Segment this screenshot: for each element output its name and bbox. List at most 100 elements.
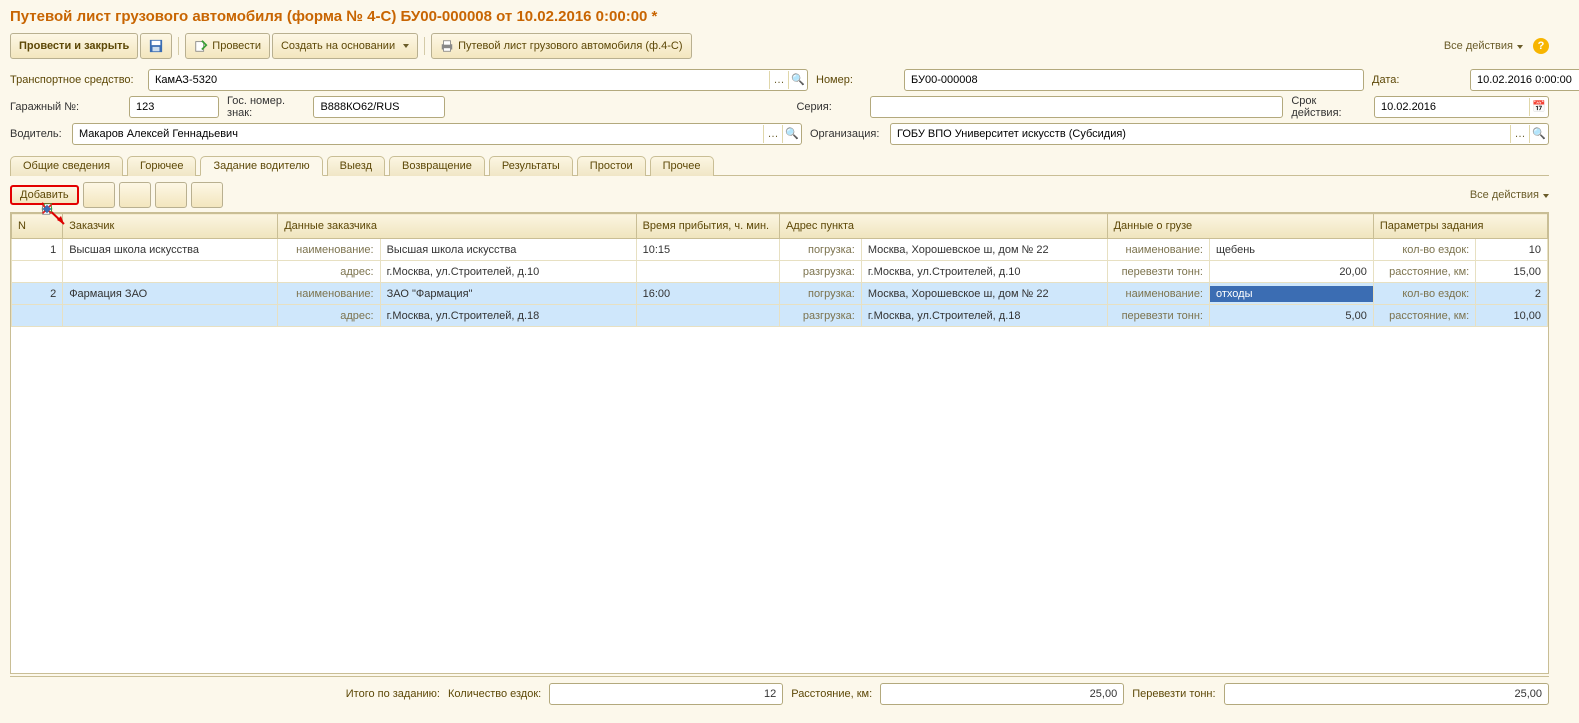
magnifier-icon[interactable]: 🔍 xyxy=(1529,125,1548,143)
page-title: Путевой лист грузового автомобиля (форма… xyxy=(10,8,1549,25)
col-params[interactable]: Параметры задания xyxy=(1373,214,1547,239)
cell-cargo-name-editing[interactable]: отходы xyxy=(1210,283,1374,305)
cell-arrival[interactable]: 16:00 xyxy=(636,283,779,305)
cell-customer-addr[interactable]: г.Москва, ул.Строителей, д.18 xyxy=(380,305,636,327)
sublabel-addr: адрес: xyxy=(278,305,380,327)
validity-field[interactable]: 📅 xyxy=(1374,96,1549,118)
all-actions-button[interactable]: Все действия xyxy=(1444,40,1523,52)
sublabel-unload: разгрузка: xyxy=(779,261,861,283)
series-field[interactable] xyxy=(870,96,1283,118)
sublabel-cargo-name: наименование: xyxy=(1107,239,1209,261)
print-waybill-label: Путевой лист грузового автомобиля (ф.4-С… xyxy=(458,40,682,52)
ellipsis-icon[interactable]: … xyxy=(1510,125,1529,143)
sublabel-tons: перевезти тонн: xyxy=(1107,305,1209,327)
post-button[interactable]: Провести xyxy=(185,33,270,59)
tabs: Общие сведения Горючее Задание водителю … xyxy=(10,155,1549,176)
series-input[interactable] xyxy=(871,101,1282,113)
col-arrival[interactable]: Время прибытия, ч. мин. xyxy=(636,214,779,239)
validity-label: Срок действия: xyxy=(1291,95,1366,119)
cell-customer-name[interactable]: Высшая школа искусства xyxy=(380,239,636,261)
post-and-close-button[interactable]: Провести и закрыть xyxy=(10,33,138,59)
vehicle-input[interactable] xyxy=(149,74,769,86)
tab-return[interactable]: Возвращение xyxy=(389,156,485,176)
delete-row-button[interactable] xyxy=(119,182,151,208)
tab-other[interactable]: Прочее xyxy=(650,156,714,176)
cell-customer-addr[interactable]: г.Москва, ул.Строителей, д.10 xyxy=(380,261,636,283)
cell-load[interactable]: Москва, Хорошевское ш, дом № 22 xyxy=(861,283,1107,305)
date-field[interactable]: 📅 xyxy=(1470,69,1579,91)
number-input[interactable] xyxy=(905,74,1363,86)
cell-cargo-name[interactable]: щебень xyxy=(1210,239,1374,261)
table-row[interactable]: 1 Высшая школа искусства наименование: В… xyxy=(12,239,1548,261)
col-address[interactable]: Адрес пункта xyxy=(779,214,1107,239)
cell-tons[interactable]: 5,00 xyxy=(1210,305,1374,327)
tab-results[interactable]: Результаты xyxy=(489,156,573,176)
ellipsis-icon[interactable]: … xyxy=(769,71,788,89)
validity-input[interactable] xyxy=(1375,101,1529,113)
table-row[interactable]: адрес: г.Москва, ул.Строителей, д.10 раз… xyxy=(12,261,1548,283)
totals-dist-value: 25,00 xyxy=(880,683,1124,705)
garage-label: Гаражный №: xyxy=(10,101,121,113)
cell-customer[interactable]: Фармация ЗАО xyxy=(63,283,278,305)
cell-unload[interactable]: г.Москва, ул.Строителей, д.10 xyxy=(861,261,1107,283)
totals-tons-value: 25,00 xyxy=(1224,683,1549,705)
sublabel-dist: расстояние, км: xyxy=(1373,261,1475,283)
sublabel-name: наименование: xyxy=(278,239,380,261)
cell-customer-name[interactable]: ЗАО "Фармация" xyxy=(380,283,636,305)
number-label: Номер: xyxy=(816,74,896,86)
create-based-on-button[interactable]: Создать на основании xyxy=(272,33,418,59)
save-button[interactable] xyxy=(140,33,172,59)
totals-trips-value: 12 xyxy=(549,683,783,705)
tab-all-actions-button[interactable]: Все действия xyxy=(1470,189,1549,201)
cell-trips[interactable]: 10 xyxy=(1476,239,1548,261)
cell-unload[interactable]: г.Москва, ул.Строителей, д.18 xyxy=(861,305,1107,327)
driver-label: Водитель: xyxy=(10,128,64,140)
col-cargo[interactable]: Данные о грузе xyxy=(1107,214,1373,239)
totals-tons-label: Перевезти тонн: xyxy=(1132,688,1215,700)
floppy-icon xyxy=(149,39,163,53)
print-waybill-button[interactable]: Путевой лист грузового автомобиля (ф.4-С… xyxy=(431,33,691,59)
driver-field[interactable]: … 🔍 xyxy=(72,123,802,145)
sublabel-tons: перевезти тонн: xyxy=(1107,261,1209,283)
sublabel-cargo-name: наименование: xyxy=(1107,283,1209,305)
cell-dist[interactable]: 10,00 xyxy=(1476,305,1548,327)
ellipsis-icon[interactable]: … xyxy=(763,125,782,143)
org-input[interactable] xyxy=(891,128,1510,140)
plate-input[interactable] xyxy=(314,101,468,113)
magnifier-icon[interactable]: 🔍 xyxy=(788,71,807,89)
move-down-button[interactable] xyxy=(191,182,223,208)
sublabel-addr: адрес: xyxy=(278,261,380,283)
col-n[interactable]: N xyxy=(12,214,63,239)
plate-field[interactable] xyxy=(313,96,445,118)
add-row-button[interactable]: Добавить xyxy=(10,185,79,205)
table-row[interactable]: 2 Фармация ЗАО наименование: ЗАО "Фармац… xyxy=(12,283,1548,305)
tab-driver-task[interactable]: Задание водителю xyxy=(200,156,322,176)
tab-departure[interactable]: Выезд xyxy=(327,156,385,176)
cell-customer[interactable]: Высшая школа искусства xyxy=(63,239,278,261)
tab-fuel[interactable]: Горючее xyxy=(127,156,196,176)
col-customer-data[interactable]: Данные заказчика xyxy=(278,214,636,239)
cell-load[interactable]: Москва, Хорошевское ш, дом № 22 xyxy=(861,239,1107,261)
cell-arrival[interactable]: 10:15 xyxy=(636,239,779,261)
cell-tons[interactable]: 20,00 xyxy=(1210,261,1374,283)
garage-field[interactable] xyxy=(129,96,219,118)
date-input[interactable] xyxy=(1471,74,1579,86)
move-up-button[interactable] xyxy=(155,182,187,208)
cell-dist[interactable]: 15,00 xyxy=(1476,261,1548,283)
number-field[interactable] xyxy=(904,69,1364,91)
copy-row-button[interactable] xyxy=(83,182,115,208)
vehicle-field[interactable]: … 🔍 xyxy=(148,69,808,91)
col-customer[interactable]: Заказчик xyxy=(63,214,278,239)
help-icon[interactable]: ? xyxy=(1533,38,1549,54)
tab-general[interactable]: Общие сведения xyxy=(10,156,123,176)
org-field[interactable]: … 🔍 xyxy=(890,123,1549,145)
magnifier-icon[interactable]: 🔍 xyxy=(782,125,801,143)
tab-downtime[interactable]: Простои xyxy=(577,156,646,176)
calendar-icon[interactable]: 📅 xyxy=(1529,98,1548,116)
plate-label: Гос. номер. знак: xyxy=(227,95,305,119)
cell-trips[interactable]: 2 xyxy=(1476,283,1548,305)
task-table: N Заказчик Данные заказчика Время прибыт… xyxy=(11,213,1548,327)
driver-input[interactable] xyxy=(73,128,763,140)
table-row[interactable]: адрес: г.Москва, ул.Строителей, д.18 раз… xyxy=(12,305,1548,327)
sublabel-load: погрузка: xyxy=(779,283,861,305)
